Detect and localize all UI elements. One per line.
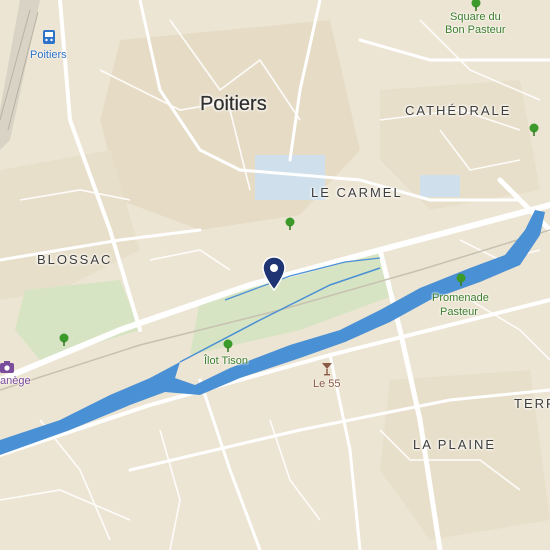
poi-label-le-55[interactable]: Le 55 bbox=[313, 379, 341, 390]
park-label-promenade-line1[interactable]: Promenade bbox=[432, 293, 489, 304]
tree-icon[interactable] bbox=[58, 333, 70, 352]
park-label-square-line1[interactable]: Square du bbox=[450, 12, 501, 23]
district-label-terre: TERR bbox=[514, 396, 550, 411]
district-label-blossac: BLOSSAC bbox=[37, 252, 113, 267]
park-label-square-line2[interactable]: Bon Pasteur bbox=[445, 25, 506, 36]
park-label-ilot-tison[interactable]: Îlot Tison bbox=[204, 356, 248, 367]
map-view[interactable]: Poitiers Poitiers CATHÉDRALE LE CARMEL B… bbox=[0, 0, 550, 550]
district-label-cathedrale: CATHÉDRALE bbox=[405, 103, 512, 118]
district-label-la-plaine: LA PLAINE bbox=[413, 437, 497, 452]
station-label[interactable]: Poitiers bbox=[30, 50, 67, 61]
park-label-promenade-line2[interactable]: Pasteur bbox=[440, 307, 478, 318]
tree-icon[interactable] bbox=[455, 273, 467, 292]
train-station-icon[interactable] bbox=[42, 29, 56, 50]
poi-label-museum[interactable]: anège bbox=[0, 376, 31, 387]
tree-icon[interactable] bbox=[528, 123, 540, 142]
city-label: Poitiers bbox=[200, 93, 267, 115]
district-label-le-carmel: LE CARMEL bbox=[311, 185, 403, 200]
tree-icon[interactable] bbox=[284, 217, 296, 236]
map-pin-icon[interactable] bbox=[262, 256, 286, 297]
